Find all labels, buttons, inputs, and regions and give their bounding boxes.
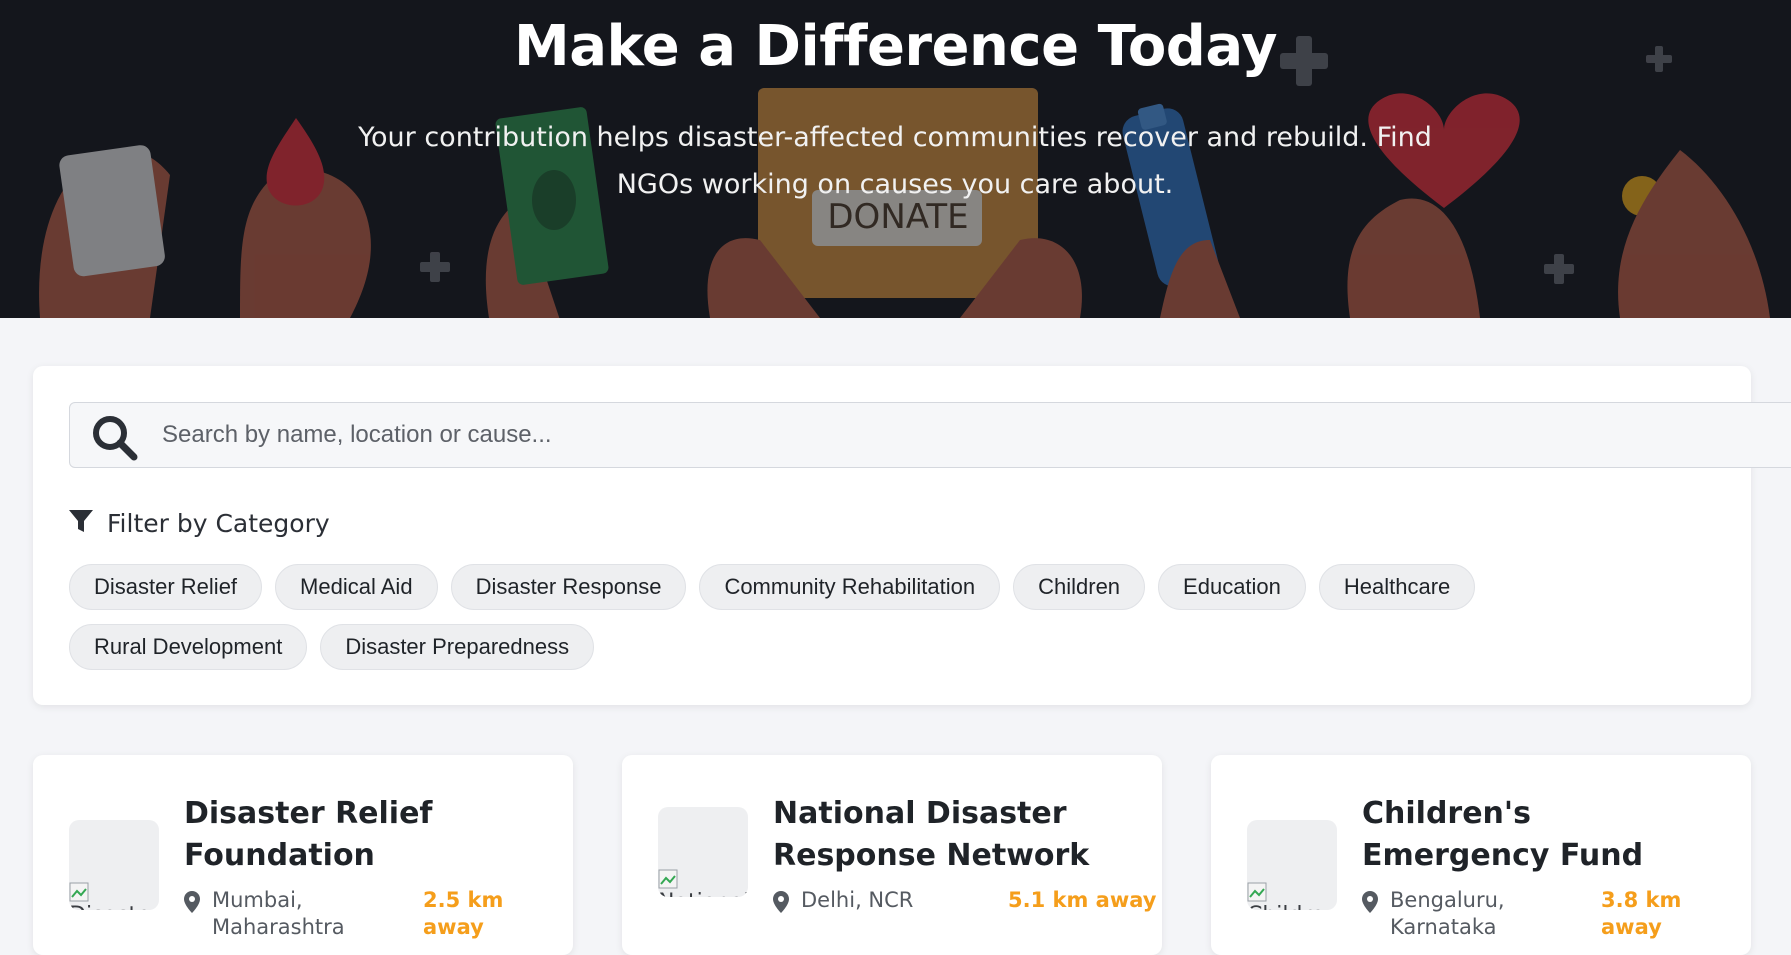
ngo-location: Mumbai, Maharashtra: [184, 887, 382, 941]
hero-title: Make a Difference Today: [514, 14, 1277, 79]
ngo-location-text: Delhi, NCR: [801, 888, 914, 912]
ngo-distance: 3.8 km away: [1601, 888, 1682, 939]
ngo-logo-broken-image: Children Emergency: [1247, 820, 1337, 910]
broken-image-icon: [658, 869, 678, 889]
category-chip-community-rehabilitation[interactable]: Community Rehabilitation: [699, 564, 1001, 610]
ngo-location: Bengaluru, Karnataka: [1362, 887, 1560, 941]
category-chip-rural-development[interactable]: Rural Development: [69, 624, 308, 670]
category-chips: Disaster Relief Medical Aid Disaster Res…: [69, 564, 1709, 670]
search-input[interactable]: [162, 403, 1662, 467]
ngo-card[interactable]: Disaster Relief Disaster Relief Foundati…: [33, 755, 573, 955]
search-icon: [92, 415, 138, 466]
ngo-name[interactable]: Disaster Relief Foundation: [184, 793, 544, 877]
category-chip-education[interactable]: Education: [1158, 564, 1306, 610]
ngo-location-text: Bengaluru, Karnataka: [1390, 888, 1505, 939]
ngo-logo-alt: Children Emergency: [1247, 900, 1337, 910]
ngo-logo-alt: Disaster Relief: [69, 900, 159, 910]
category-chip-healthcare[interactable]: Healthcare: [1318, 564, 1476, 610]
ngo-card[interactable]: National Disaster National Disaster Resp…: [622, 755, 1162, 955]
ngo-distance: 2.5 km away: [423, 888, 504, 939]
ngo-name[interactable]: National Disaster Response Network: [773, 793, 1133, 877]
search-bar[interactable]: [69, 402, 1791, 468]
ngo-location: Delhi, NCR: [773, 887, 971, 914]
map-pin-icon: [1362, 891, 1378, 913]
hero-subtitle: Your contribution helps disaster-affecte…: [358, 122, 1432, 200]
ngo-location-text: Mumbai, Maharashtra: [212, 888, 345, 939]
category-chip-disaster-response[interactable]: Disaster Response: [450, 564, 687, 610]
ngo-name[interactable]: Children's Emergency Fund: [1362, 793, 1722, 877]
ngo-distance: 5.1 km away: [1008, 888, 1157, 912]
category-chip-disaster-relief[interactable]: Disaster Relief: [69, 564, 263, 610]
category-chip-children[interactable]: Children: [1013, 564, 1146, 610]
map-pin-icon: [184, 891, 200, 913]
filter-heading: Filter by Category: [69, 506, 330, 540]
broken-image-icon: [1247, 882, 1267, 902]
category-chip-disaster-preparedness[interactable]: Disaster Preparedness: [320, 624, 595, 670]
ngo-logo-broken-image: Disaster Relief: [69, 820, 159, 910]
broken-image-icon: [69, 882, 89, 902]
search-filter-panel: Filter by Category Disaster Relief Medic…: [33, 366, 1791, 705]
filter-funnel-icon: [69, 509, 93, 538]
ngo-logo-alt: National Disaster: [658, 887, 748, 897]
category-chip-medical-aid[interactable]: Medical Aid: [275, 564, 438, 610]
hero-banner: DONATE Make a Difference Today Your cont…: [0, 0, 1791, 318]
filter-title: Filter by Category: [107, 508, 330, 538]
ngo-logo-broken-image: National Disaster: [658, 807, 748, 897]
ngo-card[interactable]: Children Emergency Children's Emergency …: [1211, 755, 1751, 955]
map-pin-icon: [773, 891, 789, 913]
